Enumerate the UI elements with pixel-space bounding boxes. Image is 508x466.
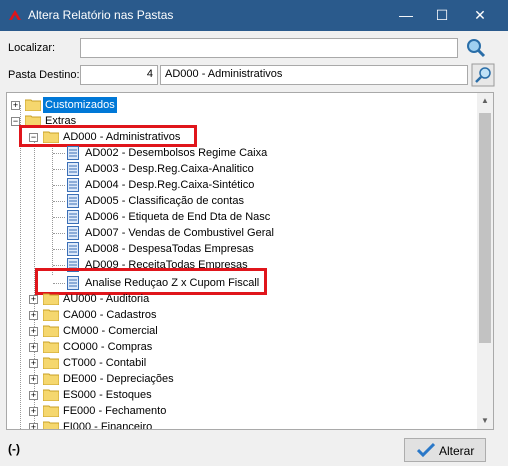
highlight-box <box>19 125 197 147</box>
expand-icon[interactable]: + <box>11 101 20 110</box>
tree-item-label: AD005 - Classificação de contas <box>85 195 244 207</box>
folder-tree[interactable]: + Customizados − Extras − AD000 - Admini… <box>6 92 494 430</box>
report-icon <box>67 242 79 256</box>
tree-item-label: AD004 - Desp.Reg.Caixa-Sintético <box>85 179 255 191</box>
expand-icon[interactable]: + <box>29 375 38 384</box>
expand-icon[interactable]: + <box>29 359 38 368</box>
folder-icon <box>43 405 59 417</box>
expand-icon[interactable]: + <box>29 423 38 429</box>
close-button[interactable]: ✕ <box>462 0 498 31</box>
tree-item-label: AD008 - DespesaTodas Empresas <box>85 243 254 255</box>
folder-icon <box>43 389 59 401</box>
report-icon <box>67 194 79 208</box>
scroll-down-icon[interactable]: ▼ <box>480 416 490 426</box>
tree-line <box>53 169 65 170</box>
search-input[interactable] <box>80 38 458 58</box>
expand-icon[interactable]: + <box>29 327 38 336</box>
tree-item-label: AU000 - Auditoria <box>63 293 150 305</box>
tree-item-label: FI000 - Financeiro <box>63 421 153 430</box>
expand-icon[interactable]: + <box>29 407 38 416</box>
report-icon <box>67 146 79 160</box>
tree-line <box>20 105 21 429</box>
tree-line <box>53 249 65 250</box>
tree-item-label: CT000 - Contabil <box>63 357 147 369</box>
report-icon <box>67 162 79 176</box>
folder-icon <box>43 325 59 337</box>
tree-scrollbar[interactable]: ▲ ▼ <box>477 93 493 429</box>
status-text: (-) <box>8 442 20 456</box>
dest-number-field[interactable]: 4 <box>80 65 158 85</box>
folder-icon <box>25 99 41 111</box>
tree-line <box>53 265 65 266</box>
tree-item-label: AD002 - Desembolsos Regime Caixa <box>85 147 268 159</box>
tree-item-label: DE000 - Depreciações <box>63 373 174 385</box>
minimize-button[interactable]: — <box>388 0 424 31</box>
expand-icon[interactable]: + <box>29 311 38 320</box>
dest-label: Pasta Destino: <box>8 69 80 81</box>
dialog-window: Altera Relatório nas Pastas — ☐ ✕ Locali… <box>0 0 508 466</box>
tree-item-label: FE000 - Fechamento <box>63 405 167 417</box>
report-icon <box>67 226 79 240</box>
search-label: Localizar: <box>8 42 56 54</box>
tree-line <box>53 233 65 234</box>
alterar-button[interactable]: Alterar <box>404 438 486 462</box>
title-bar: Altera Relatório nas Pastas — ☐ ✕ <box>0 0 508 31</box>
tree-item-label: Customizados <box>43 97 117 113</box>
folder-icon <box>43 293 59 305</box>
tree-item-label: CA000 - Cadastros <box>63 309 157 321</box>
tree-item-label: AD006 - Etiqueta de End Dta de Nasc <box>85 211 271 223</box>
tree-line <box>53 153 65 154</box>
report-icon <box>67 210 79 224</box>
tree-line <box>52 145 53 275</box>
tree-line <box>53 185 65 186</box>
tree-line <box>53 201 65 202</box>
alterar-button-label: Alterar <box>439 444 475 458</box>
report-icon <box>67 178 79 192</box>
tree-item-label: CM000 - Comercial <box>63 325 158 337</box>
tree-item-label: AD007 - Vendas de Combustivel Geral <box>85 227 274 239</box>
maximize-button[interactable]: ☐ <box>424 0 460 31</box>
tree-item-label: ES000 - Estoques <box>63 389 152 401</box>
app-icon <box>9 10 21 20</box>
scrollbar-thumb[interactable] <box>479 113 491 343</box>
window-title: Altera Relatório nas Pastas <box>28 8 174 22</box>
folder-search-icon[interactable] <box>471 63 495 87</box>
scroll-up-icon[interactable]: ▲ <box>480 96 490 106</box>
tree-line <box>53 217 65 218</box>
folder-icon <box>43 309 59 321</box>
folder-icon <box>43 373 59 385</box>
dest-name-field[interactable]: AD000 - Administrativos <box>160 65 468 85</box>
tree-item-label: AD003 - Desp.Reg.Caixa-Analitico <box>85 163 254 175</box>
search-icon[interactable] <box>464 36 488 60</box>
expand-icon[interactable]: + <box>29 295 38 304</box>
tree-item-label: CO000 - Compras <box>63 341 153 353</box>
folder-icon <box>43 421 59 429</box>
folder-icon <box>43 341 59 353</box>
check-icon <box>417 442 435 458</box>
expand-icon[interactable]: + <box>29 343 38 352</box>
folder-icon <box>43 357 59 369</box>
expand-icon[interactable]: + <box>29 391 38 400</box>
